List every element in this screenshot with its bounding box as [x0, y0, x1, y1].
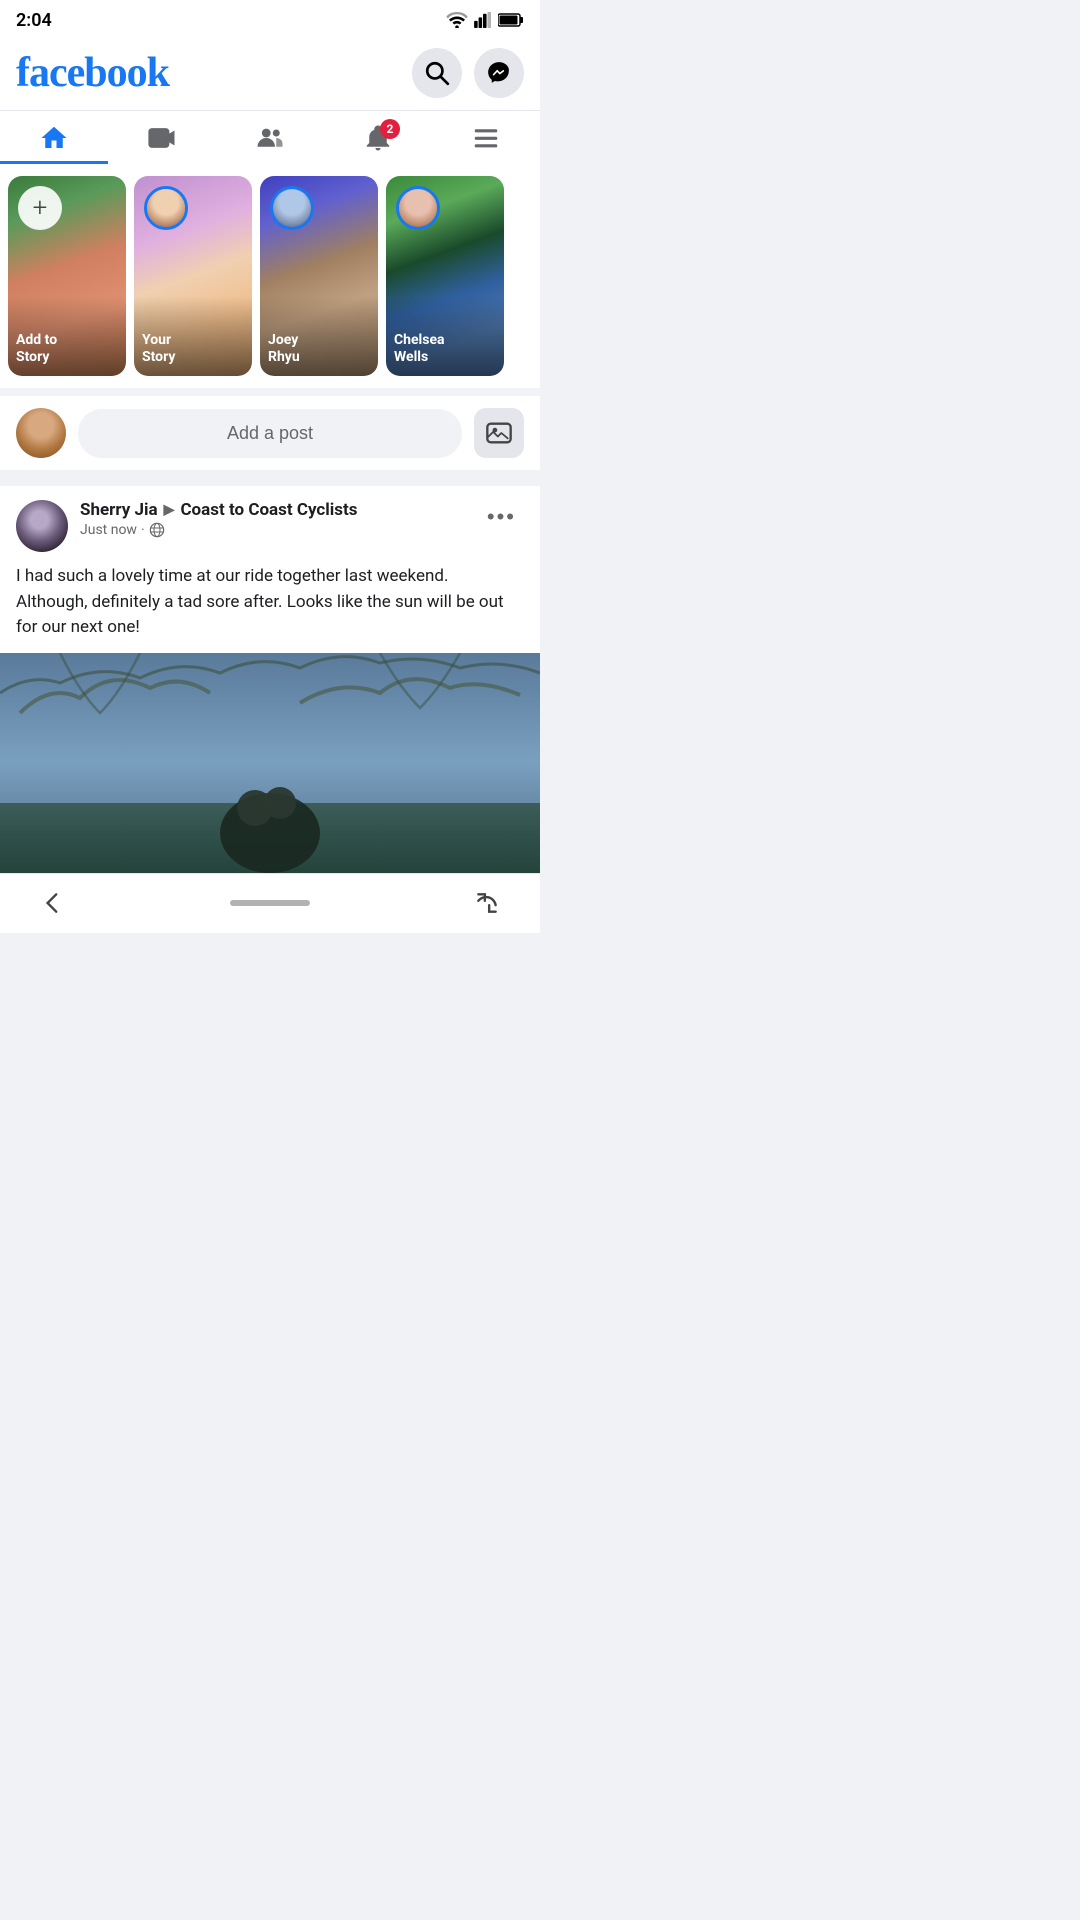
story-label-chelsea: ChelseaWells [394, 332, 445, 366]
back-icon [40, 890, 66, 916]
your-story-avatar [144, 186, 188, 230]
menu-icon [471, 123, 501, 153]
globe-icon [149, 522, 165, 538]
section-divider-2 [0, 470, 540, 478]
chelsea-story-avatar [396, 186, 440, 230]
post-image [0, 653, 540, 873]
search-icon [424, 60, 450, 86]
groups-icon [255, 123, 285, 153]
stories-section: + Add toStory YourStory JoeyRhyu Chelsea… [0, 164, 540, 388]
post-card: Sherry Jia ▶ Coast to Coast Cyclists Jus… [0, 486, 540, 873]
header: facebook [0, 40, 540, 110]
tab-video[interactable] [108, 111, 216, 164]
back-button[interactable] [40, 890, 66, 916]
rotate-button[interactable] [474, 890, 500, 916]
bottom-nav [0, 873, 540, 933]
status-icons [446, 12, 524, 28]
notification-badge: 2 [380, 119, 400, 139]
wifi-icon [446, 12, 468, 28]
messenger-icon [486, 60, 512, 86]
rotate-icon [474, 890, 500, 916]
post-image-svg [0, 653, 540, 873]
nav-tabs: 2 [0, 110, 540, 164]
story-card-your[interactable]: YourStory [134, 176, 252, 376]
signal-icon [474, 12, 492, 28]
current-user-avatar [16, 408, 66, 458]
story-card-joey[interactable]: JoeyRhyu [260, 176, 378, 376]
tab-notifications[interactable]: 2 [324, 111, 432, 164]
status-bar: 2:04 [0, 0, 540, 40]
post-author-avatar[interactable] [16, 500, 68, 552]
story-label-your: YourStory [142, 332, 175, 366]
post-time-dot: · [141, 522, 145, 538]
section-divider-1 [0, 388, 540, 396]
post-time-text: Just now [80, 522, 137, 538]
add-post-button[interactable]: Add a post [78, 409, 462, 458]
tab-menu[interactable] [432, 111, 540, 164]
facebook-logo: facebook [16, 49, 169, 97]
home-indicator [230, 900, 310, 906]
post-author-name[interactable]: Sherry Jia [80, 500, 158, 520]
post-author-line: Sherry Jia ▶ Coast to Coast Cyclists [80, 500, 467, 520]
create-post-section: Add a post [0, 396, 540, 470]
photo-icon [485, 419, 513, 447]
joey-story-avatar [270, 186, 314, 230]
add-photo-button[interactable] [474, 408, 524, 458]
battery-icon [498, 13, 524, 27]
home-icon [39, 123, 69, 153]
post-group-name[interactable]: Coast to Coast Cyclists [180, 500, 357, 520]
tab-home[interactable] [0, 111, 108, 164]
story-card-add[interactable]: + Add toStory [8, 176, 126, 376]
header-icons [412, 48, 524, 98]
story-label-add: Add toStory [16, 332, 57, 366]
tab-groups[interactable] [216, 111, 324, 164]
story-card-chelsea[interactable]: ChelseaWells [386, 176, 504, 376]
post-time-line: Just now · [80, 522, 467, 538]
video-icon [147, 123, 177, 153]
add-story-plus: + [18, 186, 62, 230]
post-meta: Sherry Jia ▶ Coast to Coast Cyclists Jus… [80, 500, 467, 538]
post-header: Sherry Jia ▶ Coast to Coast Cyclists Jus… [0, 486, 540, 560]
search-button[interactable] [412, 48, 462, 98]
post-body-text: I had such a lovely time at our ride tog… [0, 560, 540, 653]
post-arrow-icon: ▶ [164, 502, 175, 518]
story-label-joey: JoeyRhyu [268, 332, 300, 366]
messenger-button[interactable] [474, 48, 524, 98]
post-more-options-button[interactable]: ••• [479, 500, 524, 534]
status-time: 2:04 [16, 10, 52, 31]
